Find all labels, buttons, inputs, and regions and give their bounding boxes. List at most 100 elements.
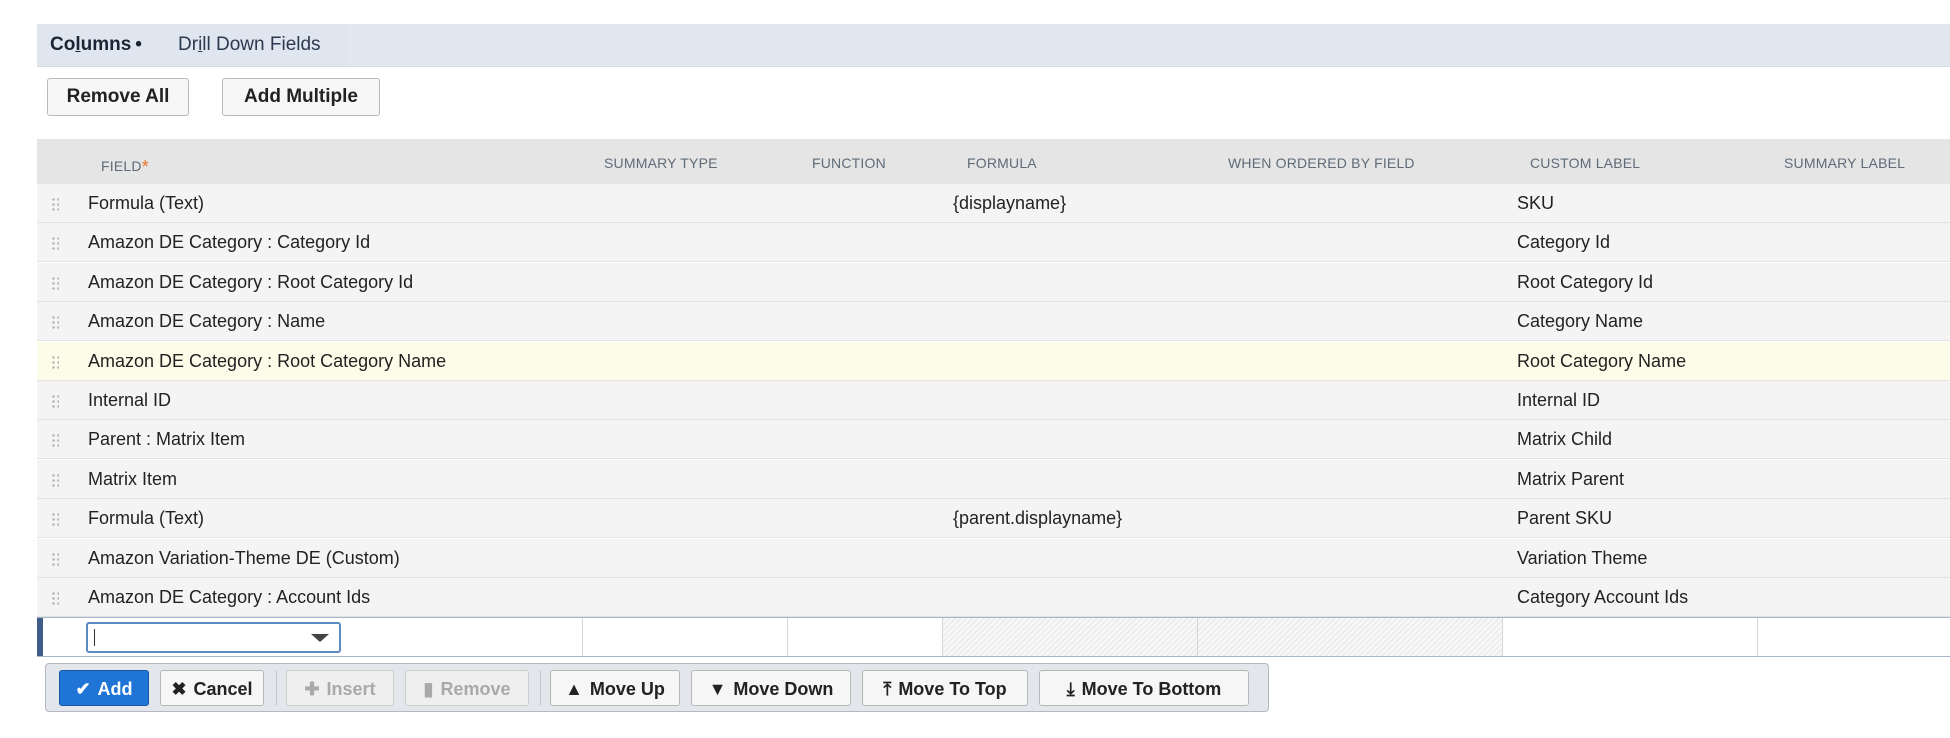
cell-field: Amazon DE Category : Root Category Id: [88, 271, 414, 292]
arrow-top-icon: ⤒: [883, 679, 892, 699]
trash-icon: ▮: [423, 679, 434, 699]
tab-drill-label-end: ll Down Fields: [202, 34, 321, 55]
toolbar-divider: [276, 670, 277, 706]
table-row[interactable]: Amazon Variation-Theme DE (Custom) Variat…: [37, 538, 1950, 578]
move-to-top-button-label: Move To Top: [898, 679, 1007, 699]
cell-custom-label: Matrix Parent: [1517, 468, 1625, 489]
table-row[interactable]: Amazon DE Category : Category Id Category…: [37, 223, 1950, 263]
field-select-dropdown[interactable]: [86, 622, 341, 653]
cell-custom-label: Parent SKU: [1517, 508, 1613, 529]
columns-panel: Columns • Drill Down Fields Remove All Ad…: [37, 24, 1950, 724]
table-row[interactable]: Formula (Text) {displayname} SKU: [37, 184, 1950, 223]
header-formula[interactable]: FORMULA: [967, 155, 1037, 171]
drag-handle-icon[interactable]: [51, 354, 59, 369]
edit-row-marker: [37, 618, 43, 656]
drag-handle-icon[interactable]: [51, 512, 59, 527]
cell-custom-label: Matrix Child: [1517, 429, 1613, 450]
cell-custom-label: SKU: [1517, 193, 1555, 213]
cell-field: Formula (Text): [88, 508, 205, 529]
table-row[interactable]: Parent : Matrix Item Matrix Child: [37, 420, 1950, 460]
tab-drill-label-start: Dr: [178, 34, 199, 55]
drag-handle-icon[interactable]: [51, 591, 59, 605]
table-row[interactable]: Amazon DE Category : Root Category Id Roo…: [37, 262, 1950, 302]
move-down-button-label: Move Down: [733, 679, 834, 699]
arrow-up-icon: ▲: [565, 679, 583, 699]
cell-field: Matrix Item: [88, 468, 178, 489]
header-when-ordered-by-field[interactable]: WHEN ORDERED BY FIELD: [1228, 155, 1415, 171]
cell-field: Parent : Matrix Item: [88, 429, 246, 450]
cell-field: Amazon DE Category : Account Ids: [88, 587, 371, 607]
cancel-button-label: Cancel: [193, 679, 253, 699]
remove-all-button[interactable]: Remove All: [47, 78, 189, 116]
plus-icon: ✚: [304, 679, 320, 699]
when-ordered-by-edit-cell: [1197, 618, 1503, 656]
arrow-down-icon: ▼: [708, 679, 727, 699]
cell-custom-label: Variation Theme: [1517, 547, 1648, 568]
remove-button-label: Remove: [440, 679, 511, 699]
tab-columns[interactable]: Columns •: [50, 34, 142, 56]
move-down-button[interactable]: ▼ Move Down: [691, 670, 851, 706]
header-summary-label[interactable]: SUMMARY LABEL: [1784, 155, 1905, 171]
x-icon: ✖: [171, 679, 187, 699]
cell-formula: {displayname}: [953, 193, 1067, 213]
table-row[interactable]: Matrix Item Matrix Parent: [37, 459, 1950, 499]
add-multiple-button[interactable]: Add Multiple: [222, 78, 380, 116]
cell-custom-label: Category Name: [1517, 311, 1644, 332]
summary-label-edit-cell[interactable]: [1757, 618, 1950, 656]
header-custom-label[interactable]: CUSTOM LABEL: [1530, 155, 1640, 171]
cell-field: Amazon Variation-Theme DE (Custom): [88, 547, 400, 568]
add-button[interactable]: ✔ Add: [59, 670, 149, 706]
drag-handle-icon[interactable]: [51, 472, 59, 487]
arrow-bottom-icon: ⤓: [1066, 679, 1075, 699]
drag-handle-icon[interactable]: [51, 197, 59, 211]
add-button-label: Add: [97, 679, 133, 699]
move-up-button-label: Move Up: [589, 679, 665, 699]
header-field[interactable]: FIELD*: [101, 155, 149, 177]
table-row[interactable]: Internal ID Internal ID: [37, 381, 1950, 420]
drag-handle-icon[interactable]: [51, 551, 59, 566]
cell-field: Amazon DE Category : Name: [88, 311, 326, 332]
move-up-button[interactable]: ▲ Move Up: [550, 670, 680, 706]
move-to-bottom-button[interactable]: ⤓ Move To Bottom: [1039, 670, 1249, 706]
cell-field: Amazon DE Category : Category Id: [88, 232, 371, 253]
cell-field: Amazon DE Category : Root Category Name: [88, 350, 447, 371]
summary-type-edit-cell[interactable]: [582, 618, 788, 656]
cell-custom-label: Category Id: [1517, 232, 1611, 253]
cell-custom-label: Internal ID: [1517, 390, 1601, 410]
drag-handle-icon[interactable]: [51, 315, 59, 330]
cell-field: Internal ID: [88, 390, 172, 410]
cell-field: Formula (Text): [88, 193, 205, 213]
remove-button[interactable]: ▮ Remove: [405, 670, 529, 706]
required-marker: *: [141, 157, 149, 177]
tab-columns-label-start: Co: [50, 34, 76, 55]
row-action-toolbar: ✔ Add ✖ Cancel ✚ Insert ▮ Remove ▲ Move Up ▼ M…: [45, 663, 1269, 712]
drag-handle-icon[interactable]: [51, 236, 59, 251]
table-row[interactable]: Amazon DE Category : Name Category Name: [37, 302, 1950, 342]
text-cursor: [94, 629, 95, 646]
drag-handle-icon[interactable]: [51, 275, 59, 290]
cancel-button[interactable]: ✖ Cancel: [160, 670, 264, 706]
insert-button[interactable]: ✚ Insert: [286, 670, 394, 706]
drag-handle-icon[interactable]: [51, 394, 59, 408]
table-header: FIELD* SUMMARY TYPE FUNCTION FORMULA WHE…: [37, 139, 1950, 184]
custom-label-edit-cell[interactable]: [1502, 618, 1758, 656]
header-function[interactable]: FUNCTION: [812, 155, 886, 171]
table-row[interactable]: Amazon DE Category : Account Ids Category…: [37, 578, 1950, 617]
cell-custom-label: Root Category Id: [1517, 271, 1654, 292]
check-icon: ✔: [75, 679, 91, 699]
insert-button-label: Insert: [326, 679, 376, 699]
subtab-bar: Columns • Drill Down Fields: [37, 24, 1950, 67]
function-edit-cell[interactable]: [787, 618, 943, 656]
drag-handle-icon[interactable]: [51, 433, 59, 448]
toolbar-divider: [540, 670, 541, 706]
cell-custom-label: Category Account Ids: [1517, 587, 1689, 607]
tab-drill-down-fields[interactable]: Drill Down Fields: [178, 34, 321, 56]
move-to-bottom-button-label: Move To Bottom: [1081, 679, 1222, 699]
table-row[interactable]: Formula (Text) {parent.displayname} Parent…: [37, 499, 1950, 539]
move-to-top-button[interactable]: ⤒ Move To Top: [862, 670, 1028, 706]
chevron-down-icon[interactable]: [311, 634, 329, 642]
cell-formula: {parent.displayname}: [953, 508, 1123, 529]
table-row[interactable]: Amazon DE Category : Root Category Name R…: [37, 341, 1950, 381]
tab-columns-label-end: umns: [80, 34, 132, 55]
header-summary-type[interactable]: SUMMARY TYPE: [604, 155, 718, 171]
